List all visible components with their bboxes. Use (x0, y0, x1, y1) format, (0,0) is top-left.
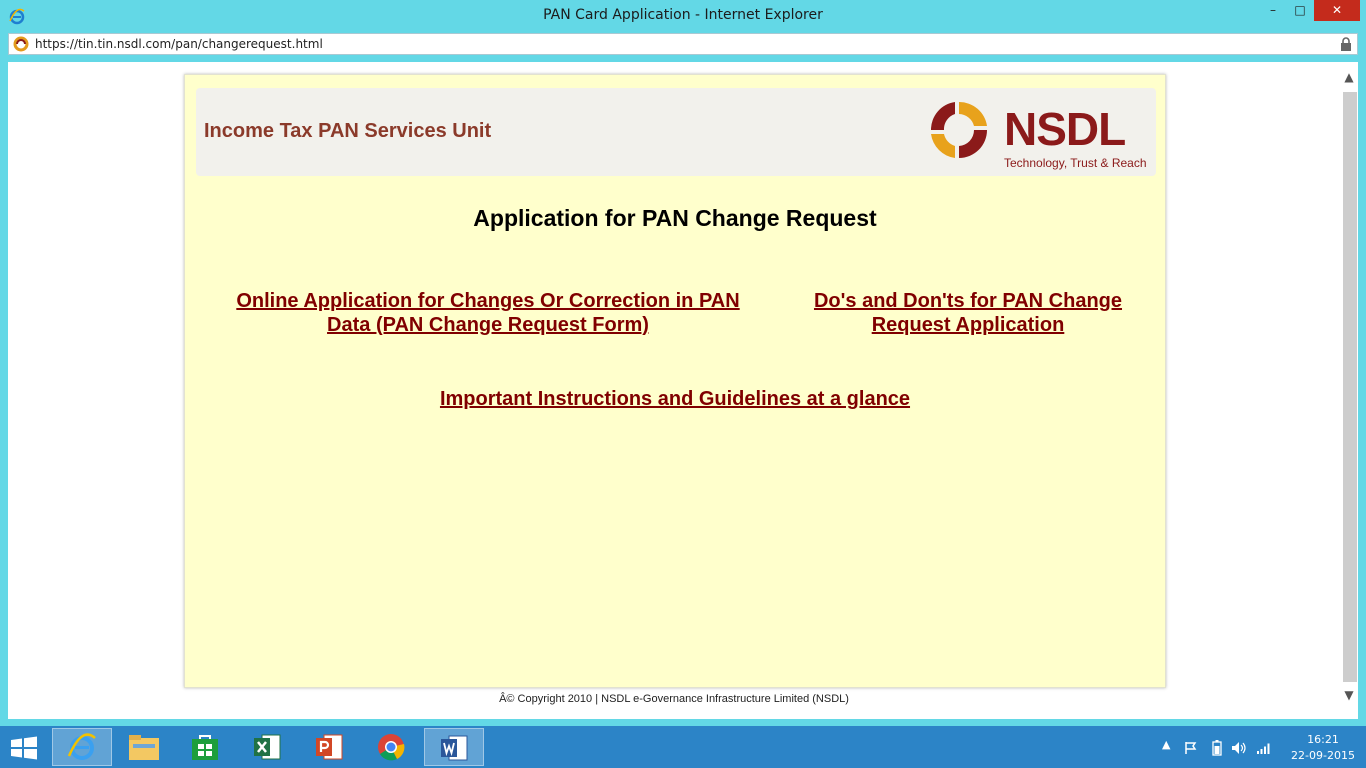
close-button[interactable]: ✕ (1314, 0, 1360, 21)
maximize-button[interactable]: □ (1287, 0, 1313, 21)
windows-start-icon[interactable] (8, 736, 40, 760)
action-center-flag-icon[interactable] (1184, 741, 1198, 755)
chrome-icon (378, 734, 405, 761)
important-instructions-link[interactable]: Important Instructions and Guidelines at… (185, 387, 1165, 411)
minimize-button[interactable]: – (1260, 0, 1286, 21)
logo-tagline: Technology, Trust & Reach (1004, 156, 1147, 170)
network-signal-icon[interactable] (1256, 741, 1272, 755)
nsdl-favicon-icon (13, 36, 29, 52)
taskbar-word[interactable] (424, 728, 484, 766)
window-title: PAN Card Application - Internet Explorer (543, 7, 823, 23)
copyright-text: Â© Copyright 2010 | NSDL e-Governance In… (499, 693, 849, 705)
store-icon (192, 735, 218, 760)
taskbar-powerpoint[interactable] (300, 728, 360, 766)
page-title: Application for PAN Change Request (473, 205, 877, 231)
lock-icon[interactable] (1340, 37, 1352, 51)
nsdl-emblem-icon (930, 101, 987, 158)
internet-explorer-icon (67, 733, 96, 760)
excel-icon (254, 734, 281, 760)
clock-date: 22-09-2015 (1291, 749, 1355, 762)
logo-text: NSDL (1004, 103, 1126, 155)
taskbar-store[interactable] (176, 728, 236, 766)
nsdl-logo: NSDL Technology, Trust & Reach (924, 92, 1147, 172)
window-titlebar: PAN Card Application - Internet Explorer… (0, 0, 1366, 32)
folder-icon (129, 735, 159, 760)
scroll-down-arrow-icon[interactable]: ▼ (1340, 688, 1358, 708)
taskbar-chrome[interactable] (362, 728, 422, 766)
powerpoint-icon (316, 734, 343, 760)
clock-time: 16:21 (1307, 733, 1339, 746)
dos-and-donts-link[interactable]: Do's and Don'ts for PAN Change Request A… (795, 289, 1141, 337)
volume-icon[interactable] (1231, 741, 1247, 755)
scroll-up-arrow-icon[interactable]: ▲ (1340, 70, 1358, 90)
online-application-link[interactable]: Online Application for Changes Or Correc… (215, 289, 761, 337)
url-text[interactable]: https://tin.tin.nsdl.com/pan/changereque… (35, 37, 323, 51)
show-hidden-icons[interactable]: ▲ (1162, 738, 1170, 751)
taskbar-file-explorer[interactable] (114, 728, 174, 766)
taskbar-internet-explorer[interactable] (52, 728, 112, 766)
browser-viewport: Income Tax PAN Services Unit NSDL Techno… (8, 62, 1340, 719)
page-header: Income Tax PAN Services Unit NSDL Techno… (196, 88, 1156, 176)
taskbar-excel[interactable] (238, 728, 298, 766)
page-container: Income Tax PAN Services Unit NSDL Techno… (184, 74, 1166, 688)
unit-title: Income Tax PAN Services Unit (204, 120, 492, 142)
taskbar: ▲ 16:21 22-09-2015 (0, 726, 1366, 768)
taskbar-clock[interactable]: 16:21 22-09-2015 (1290, 732, 1356, 764)
address-bar[interactable]: https://tin.tin.nsdl.com/pan/changereque… (8, 33, 1358, 55)
word-icon (441, 735, 468, 761)
scrollbar-thumb[interactable] (1343, 92, 1357, 682)
battery-icon[interactable] (1212, 740, 1222, 756)
